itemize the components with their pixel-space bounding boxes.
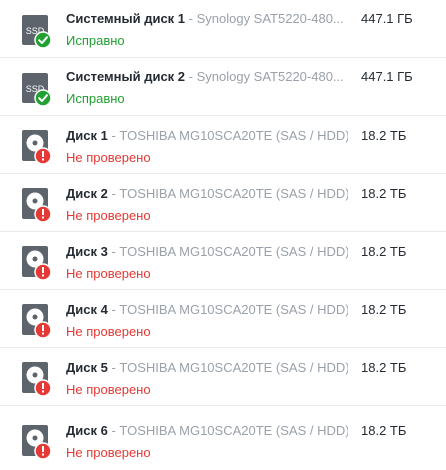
drive-name: Системный диск 1	[66, 11, 186, 26]
drive-name: Диск 2	[66, 186, 108, 201]
drive-model: - TOSHIBA MG10SCA20TE (SAS / HDD)	[107, 360, 348, 375]
drive-size: 18.2 ТБ	[361, 423, 407, 438]
drive-name: Диск 6	[66, 423, 108, 438]
drive-title: Диск 6 - TOSHIBA MG10SCA20TE (SAS / HDD)	[66, 423, 348, 439]
drive-status: Исправно	[66, 33, 125, 48]
hdd-warning-icon	[20, 188, 52, 224]
drive-model: - TOSHIBA MG10SCA20TE (SAS / HDD)	[107, 244, 348, 259]
drive-status: Не проверено	[66, 324, 151, 339]
drive-title: Диск 4 - TOSHIBA MG10SCA20TE (SAS / HDD)	[66, 302, 348, 318]
drive-size: 18.2 ТБ	[361, 244, 407, 259]
hdd-warning-icon	[20, 130, 52, 166]
drive-model: - Synology SAT5220-480...	[185, 11, 344, 26]
drive-size: 18.2 ТБ	[361, 302, 407, 317]
drive-row-system-1[interactable]: SSD Системный диск 1 - Synology SAT5220-…	[0, 0, 446, 58]
drive-size: 447.1 ГБ	[361, 69, 413, 84]
drive-status: Не проверено	[66, 208, 151, 223]
drive-status: Не проверено	[66, 150, 151, 165]
drive-model: - TOSHIBA MG10SCA20TE (SAS / HDD)	[107, 302, 348, 317]
drive-row-system-2[interactable]: SSD Системный диск 2 - Synology SAT5220-…	[0, 58, 446, 116]
ssd-healthy-icon: SSD	[20, 15, 52, 51]
drive-size: 18.2 ТБ	[361, 186, 407, 201]
hdd-warning-icon	[20, 425, 52, 461]
drive-row-disk-1[interactable]: Диск 1 - TOSHIBA MG10SCA20TE (SAS / HDD)…	[0, 116, 446, 174]
drive-size: 18.2 ТБ	[361, 360, 407, 375]
drive-title: Диск 5 - TOSHIBA MG10SCA20TE (SAS / HDD)	[66, 360, 348, 376]
drive-title: Системный диск 2 - Synology SAT5220-480.…	[66, 69, 348, 85]
drive-title: Диск 1 - TOSHIBA MG10SCA20TE (SAS / HDD)	[66, 128, 348, 144]
drive-name: Диск 3	[66, 244, 108, 259]
drive-status: Не проверено	[66, 445, 151, 460]
drive-title: Системный диск 1 - Synology SAT5220-480.…	[66, 11, 348, 27]
drive-title: Диск 2 - TOSHIBA MG10SCA20TE (SAS / HDD)	[66, 186, 348, 202]
drive-model: - TOSHIBA MG10SCA20TE (SAS / HDD)	[107, 186, 348, 201]
hdd-warning-icon	[20, 362, 52, 398]
drive-status: Не проверено	[66, 266, 151, 281]
drive-name: Диск 4	[66, 302, 108, 317]
drive-size: 447.1 ГБ	[361, 11, 413, 26]
hdd-warning-icon	[20, 246, 52, 282]
drive-status: Исправно	[66, 91, 125, 106]
drive-name: Системный диск 2	[66, 69, 186, 84]
drive-model: - TOSHIBA MG10SCA20TE (SAS / HDD)	[107, 423, 348, 438]
drive-row-disk-3[interactable]: Диск 3 - TOSHIBA MG10SCA20TE (SAS / HDD)…	[0, 232, 446, 290]
drive-model: - Synology SAT5220-480...	[185, 69, 344, 84]
ssd-healthy-icon: SSD	[20, 73, 52, 109]
drive-name: Диск 5	[66, 360, 108, 375]
drive-size: 18.2 ТБ	[361, 128, 407, 143]
drive-row-disk-4[interactable]: Диск 4 - TOSHIBA MG10SCA20TE (SAS / HDD)…	[0, 290, 446, 348]
drive-list: SSD Системный диск 1 - Synology SAT5220-…	[0, 0, 446, 470]
hdd-warning-icon	[20, 304, 52, 340]
drive-model: - TOSHIBA MG10SCA20TE (SAS / HDD)	[107, 128, 348, 143]
drive-row-disk-6[interactable]: Диск 6 - TOSHIBA MG10SCA20TE (SAS / HDD)…	[0, 406, 446, 470]
drive-name: Диск 1	[66, 128, 108, 143]
drive-status: Не проверено	[66, 382, 151, 397]
drive-title: Диск 3 - TOSHIBA MG10SCA20TE (SAS / HDD)	[66, 244, 348, 260]
drive-row-disk-2[interactable]: Диск 2 - TOSHIBA MG10SCA20TE (SAS / HDD)…	[0, 174, 446, 232]
drive-row-disk-5[interactable]: Диск 5 - TOSHIBA MG10SCA20TE (SAS / HDD)…	[0, 348, 446, 406]
